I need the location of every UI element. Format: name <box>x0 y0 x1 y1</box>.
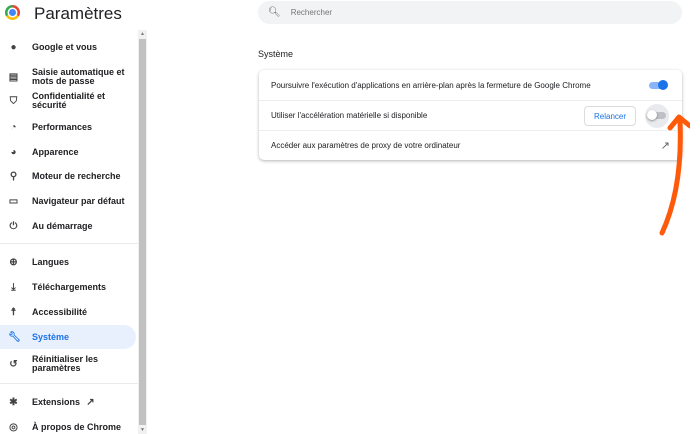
relaunch-button[interactable]: Relancer <box>584 106 636 126</box>
chrome-logo <box>5 5 20 20</box>
sidebar-item-appearance[interactable]: ◕ Apparence <box>0 146 136 158</box>
sidebar-item-google[interactable]: ● Google et vous <box>0 41 136 53</box>
system-settings-card: Poursuivre l'exécution d'applications en… <box>259 70 682 160</box>
search-icon: ⚲ <box>9 170 18 182</box>
download-icon: ⤓ <box>11 281 16 293</box>
annotation-arrow <box>659 114 690 236</box>
divider <box>0 383 138 384</box>
speedometer-icon: ◔ <box>10 121 17 133</box>
page-title: Paramètres <box>34 4 122 23</box>
browser-icon: ▭ <box>8 195 19 207</box>
puzzle-icon: ✱ <box>9 396 18 408</box>
sidebar-item-privacy[interactable]: ⛉ Confidentialité et sécurité <box>0 92 136 110</box>
sidebar-item-reset[interactable]: ↺ Réinitialiser les paramètres <box>0 355 136 373</box>
setting-row-proxy[interactable]: Accéder aux paramètres de proxy de votre… <box>259 130 682 160</box>
divider <box>0 243 138 244</box>
setting-row-hardware-acceleration: Utiliser l'accélération matérielle si di… <box>259 100 682 130</box>
history-icon: ↺ <box>9 358 18 370</box>
clipboard-icon: ▤ <box>8 71 19 83</box>
sidebar-item-search-engine[interactable]: ⚲ Moteur de recherche <box>0 170 136 182</box>
palette-icon: ◕ <box>10 146 17 158</box>
setting-row-background-apps: Poursuivre l'exécution d'applications en… <box>259 70 682 100</box>
section-title: Système <box>258 49 294 59</box>
sidebar-item-languages[interactable]: ⊕ Langues <box>0 256 136 268</box>
background-apps-toggle[interactable] <box>649 79 668 90</box>
sidebar-item-startup[interactable]: ⏻ Au démarrage <box>0 220 136 232</box>
scroll-down-arrow[interactable]: ▼ <box>138 427 147 433</box>
sidebar-item-performance[interactable]: ◔ Performances <box>0 121 136 133</box>
scroll-up-arrow[interactable]: ▲ <box>138 31 147 37</box>
sidebar-item-downloads[interactable]: ⤓ Téléchargements <box>0 281 136 293</box>
external-link-icon: ↗ <box>86 396 95 408</box>
sidebar-scrollbar[interactable]: ▲ ▼ <box>138 30 147 434</box>
sidebar-item-accessibility[interactable]: ☨ Accessibilité <box>0 306 136 318</box>
search-input[interactable] <box>290 8 671 17</box>
globe-icon: ⊕ <box>9 256 18 268</box>
sidebar-item-autofill[interactable]: ▤ Saisie automatique et mots de passe <box>0 68 136 86</box>
sidebar-item-extensions[interactable]: ✱ Extensions ↗ <box>0 396 136 408</box>
person-icon: ● <box>10 41 17 53</box>
power-icon: ⏻ <box>9 220 18 232</box>
shield-icon: ⛉ <box>9 95 18 107</box>
search-icon: 🔍︎ <box>268 7 281 18</box>
search-bar[interactable]: 🔍︎ <box>258 1 682 24</box>
chrome-icon: ◎ <box>9 421 18 433</box>
sidebar-item-system[interactable]: 🔧︎ Système <box>0 325 136 349</box>
accessibility-icon: ☨ <box>10 306 17 318</box>
sidebar-item-default-browser[interactable]: ▭ Navigateur par défaut <box>0 195 136 207</box>
sidebar-item-about[interactable]: ◎ À propos de Chrome <box>0 421 136 433</box>
scrollbar-thumb[interactable] <box>139 39 146 425</box>
wrench-icon: 🔧︎ <box>8 331 21 343</box>
